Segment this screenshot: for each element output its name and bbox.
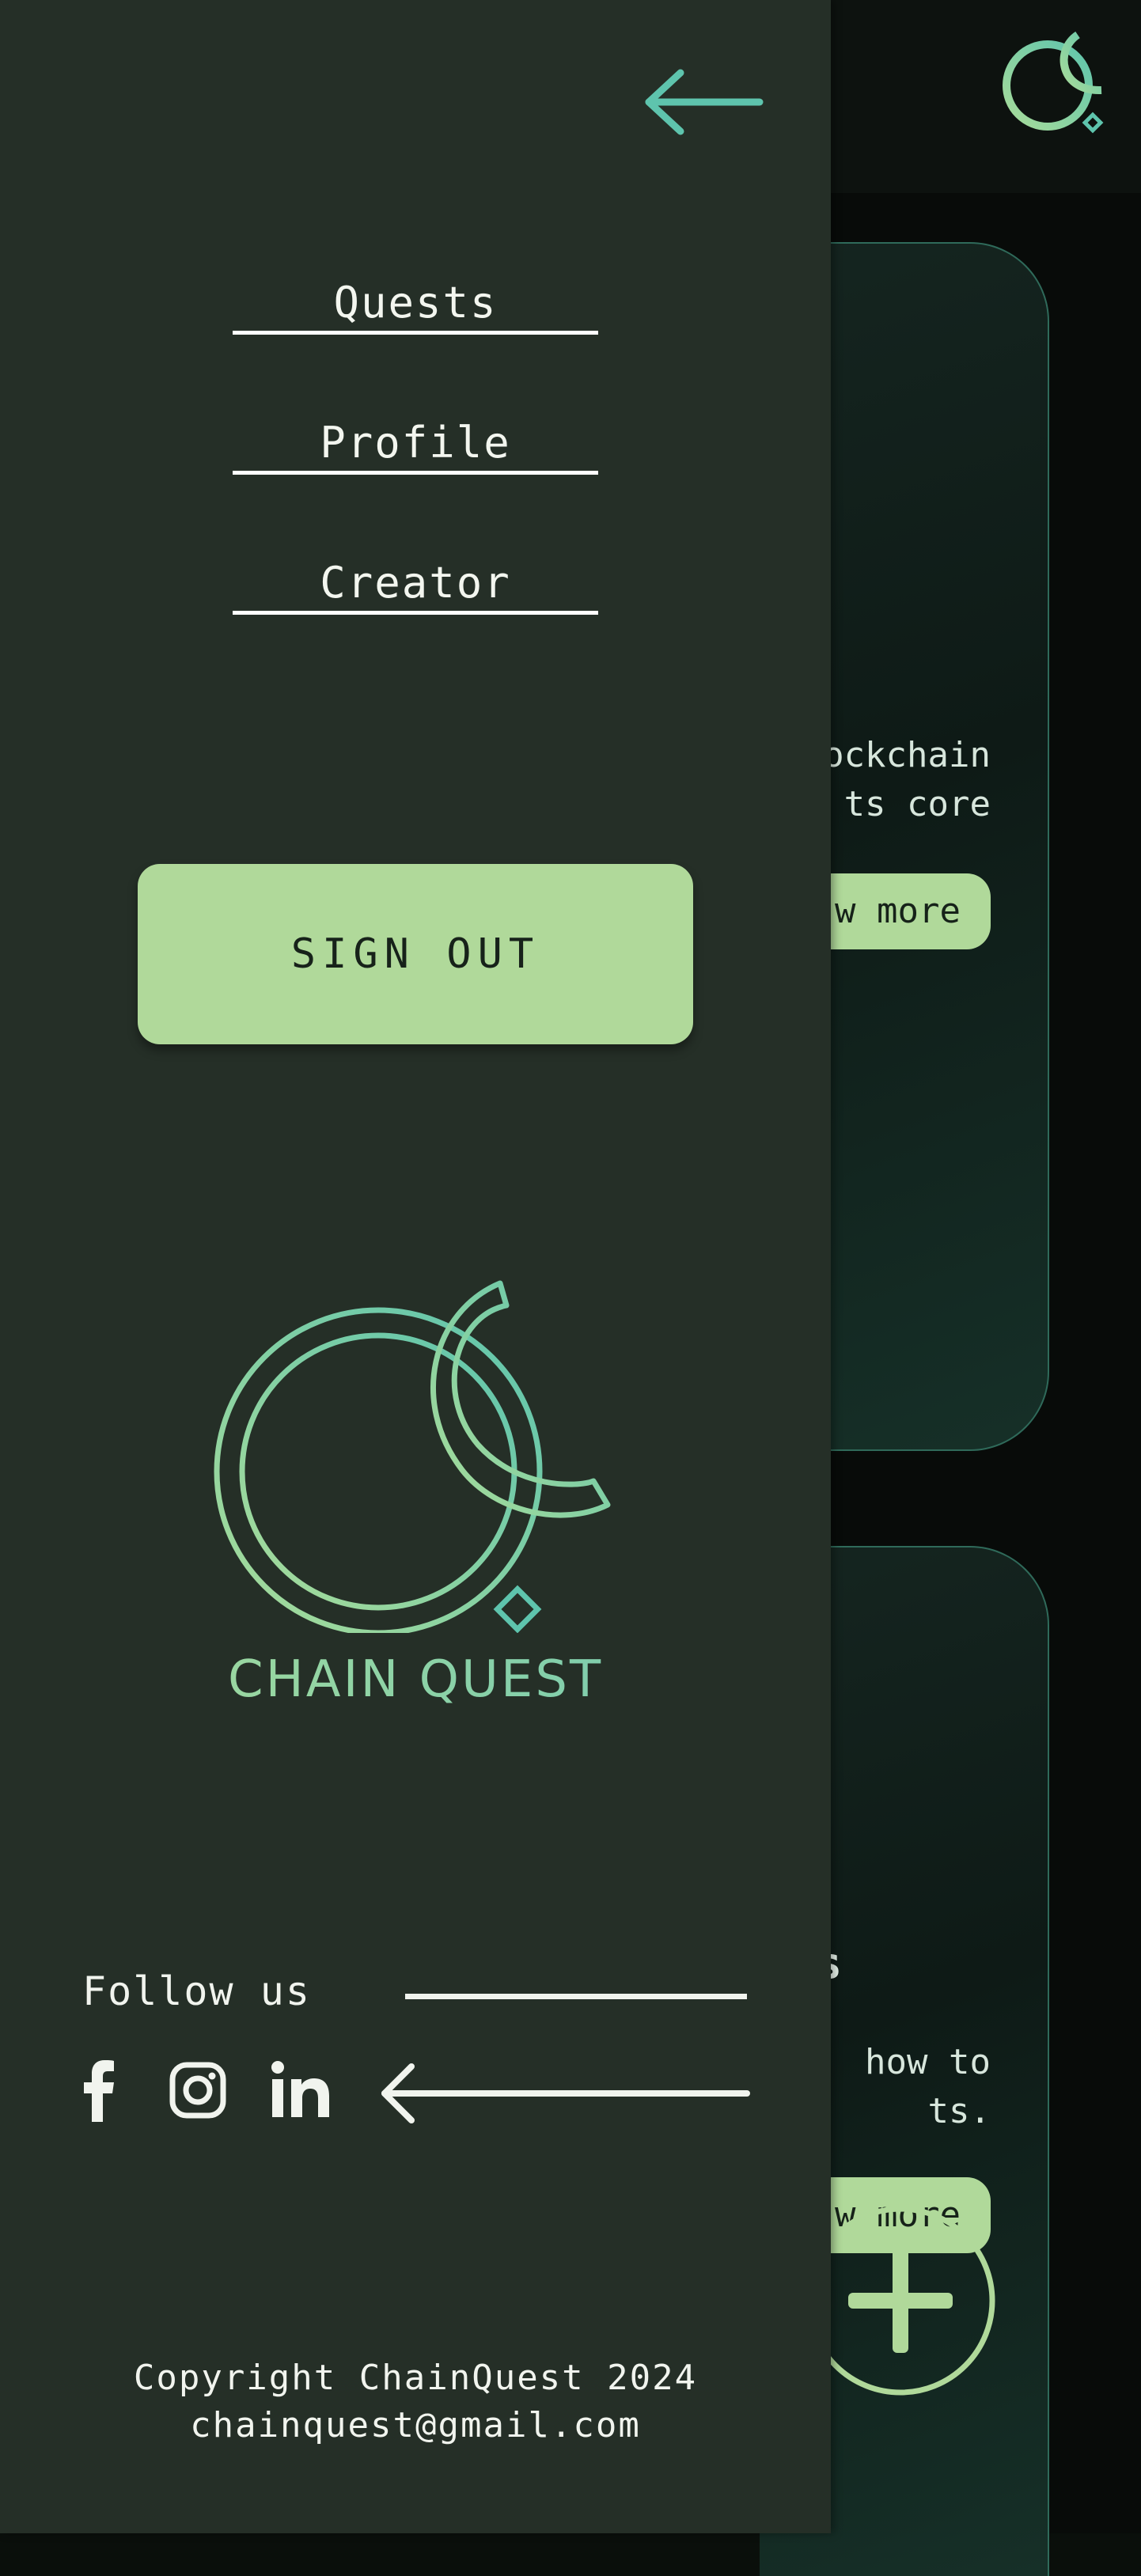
sign-out-label: SIGN OUT [290, 930, 540, 978]
brand-name: CHAIN QUEST [0, 1650, 831, 1709]
nav-item-creator[interactable]: Creator [233, 555, 598, 615]
chainquest-logo-icon [214, 1280, 611, 1633]
linkedin-icon[interactable] [269, 2059, 332, 2122]
nav-item-quests[interactable]: Quests [233, 275, 598, 335]
sign-out-button[interactable]: SIGN OUT [138, 864, 693, 1044]
contact-email: chainquest@gmail.com [190, 2405, 641, 2445]
divider-line [405, 1994, 747, 1999]
facebook-icon[interactable] [68, 2059, 131, 2122]
add-quest-icon[interactable] [804, 2204, 997, 2397]
back-arrow-icon[interactable] [641, 68, 764, 136]
copyright-text: Copyright ChainQuest 2024 [133, 2358, 698, 2398]
arrow-left-icon [381, 2063, 750, 2123]
chainquest-logo-icon[interactable] [999, 28, 1125, 139]
footer-copyright: Copyright ChainQuest 2024 chainquest@gma… [0, 2354, 831, 2449]
nav-item-profile[interactable]: Profile [233, 415, 598, 475]
navigation-drawer: Quests Profile Creator SIGN OUT CHAIN QU… [0, 0, 831, 2533]
follow-us-label: Follow us [82, 1968, 311, 2014]
instagram-icon[interactable] [166, 2059, 229, 2122]
